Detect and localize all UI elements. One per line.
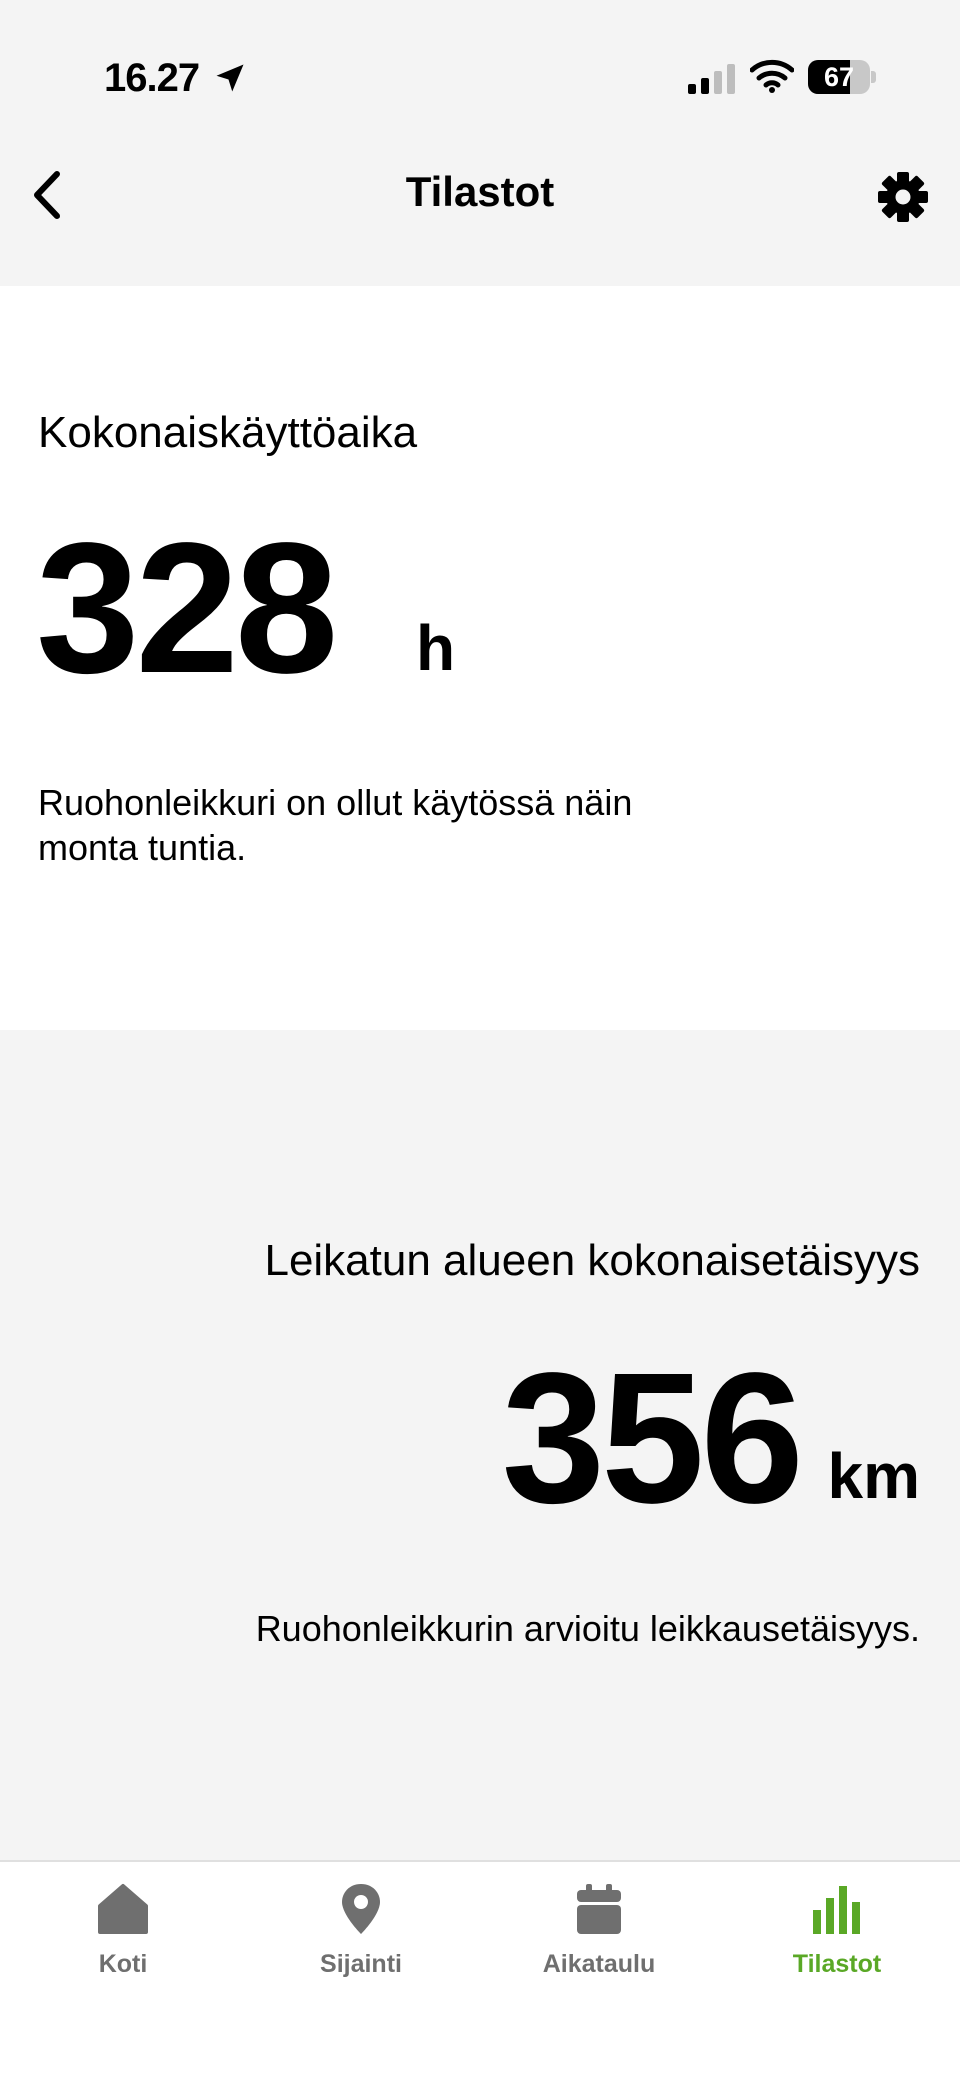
tab-stats[interactable]: Tilastot <box>717 1862 957 2002</box>
stat-card-distance: Leikatun alueen kokonaisetäisyys 356 km … <box>0 1030 960 1860</box>
stat-unit: km <box>827 1440 921 1512</box>
battery-percent: 67 <box>823 62 855 92</box>
tab-label: Sijainti <box>320 1950 402 1978</box>
tab-label: Aikataulu <box>542 1950 656 1978</box>
cellular-signal-icon <box>688 64 735 94</box>
tab-bar: Koti Sijainti Aikataulu Tilastot <box>0 1860 960 2087</box>
stat-card-usage-time: Kokonaiskäyttöaika 328 h Ruohonleikkuri … <box>0 286 960 1030</box>
location-arrow-icon <box>216 64 244 92</box>
stat-label: Leikatun alueen kokonaisetäisyys <box>264 1236 920 1285</box>
tab-home[interactable]: Koti <box>3 1862 243 2002</box>
navigation-header: Tilastot <box>0 150 960 286</box>
stat-label: Kokonaiskäyttöaika <box>38 408 418 457</box>
page-title: Tilastot <box>405 168 555 215</box>
gear-icon <box>878 172 928 222</box>
bar-chart-icon <box>813 1886 860 1934</box>
location-pin-icon <box>342 1884 380 1934</box>
tab-label: Koti <box>98 1950 148 1978</box>
stat-value: 356 <box>501 1335 804 1542</box>
stat-value: 328 <box>36 505 338 712</box>
settings-button[interactable] <box>870 164 936 230</box>
wifi-icon <box>750 59 794 93</box>
stat-description: Ruohonleikkuri on ollut käytössä näin mo… <box>38 782 633 868</box>
app-screen: 16.27 67 Tilastot Kokonaiskäyttöaika 328… <box>0 0 960 2087</box>
stat-description: Ruohonleikkurin arvioitu leikkausetäisyy… <box>255 1608 920 1649</box>
status-time: 16.27 <box>104 56 200 100</box>
battery-cap <box>871 71 876 83</box>
home-icon <box>98 1884 148 1934</box>
tab-schedule[interactable]: Aikataulu <box>479 1862 719 2002</box>
battery-icon: 67 <box>808 60 870 94</box>
tab-location[interactable]: Sijainti <box>241 1862 481 2002</box>
tab-label: Tilastot <box>792 1950 882 1978</box>
status-bar: 16.27 67 <box>0 0 960 150</box>
calendar-icon <box>577 1884 621 1934</box>
stat-unit: h <box>416 612 456 684</box>
battery-indicator: 67 <box>808 60 876 94</box>
